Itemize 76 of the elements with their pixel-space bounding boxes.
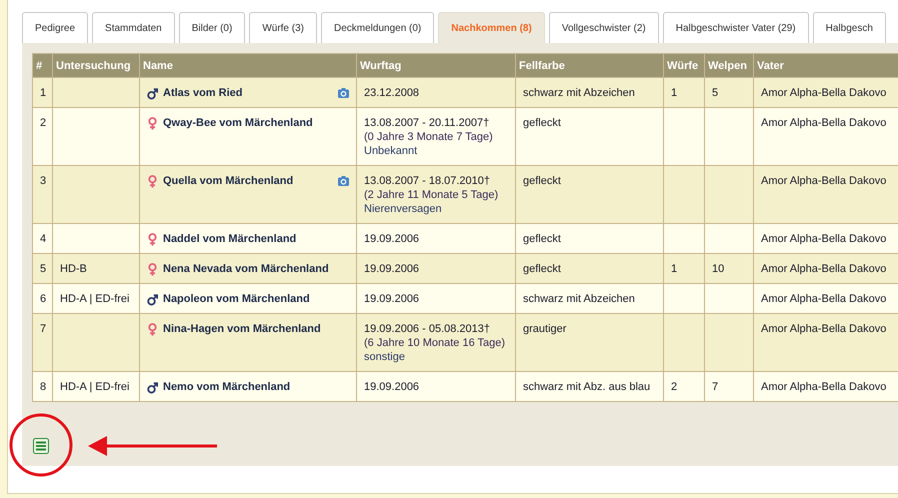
table-cell: grautiger: [516, 314, 664, 372]
camera-icon[interactable]: [338, 88, 349, 98]
camera-icon[interactable]: [338, 176, 349, 186]
table-cell: Amor Alpha-Bella Dakovo: [754, 284, 898, 314]
table-cell: 7: [32, 314, 52, 372]
table-cell: Amor Alpha-Bella Dakovo: [754, 78, 898, 108]
table-cell: HD-A | ED-frei: [52, 372, 140, 402]
table-cell: Amor Alpha-Bella Dakovo: [754, 108, 898, 166]
table-cell: Amor Alpha-Bella Dakovo: [754, 254, 898, 284]
death-cause: sonstige: [364, 350, 406, 364]
age-text: (2 Jahre 11 Monate 5 Tage): [364, 188, 500, 202]
female-symbol-icon: [147, 322, 158, 336]
list-icon[interactable]: [33, 438, 49, 454]
table-cell: schwarz mit Abzeichen: [516, 284, 664, 314]
tab[interactable]: Stammdaten: [92, 12, 175, 43]
table-cell: 2: [32, 108, 52, 166]
birth-date: 19.09.2006: [364, 262, 420, 276]
male-symbol-icon: [147, 86, 158, 100]
tab[interactable]: Halbgeschwister Vater (29): [662, 12, 809, 43]
death-cause: Nierenversagen: [364, 202, 443, 216]
birth-date: 19.09.2006: [364, 232, 420, 246]
column-header: Vater: [754, 54, 898, 78]
age-text: (0 Jahre 3 Monate 7 Tage): [364, 130, 494, 144]
male-symbol-icon: [147, 292, 158, 306]
table-cell: 6: [32, 284, 52, 314]
birth-date: 13.08.2007 - 18.07.2010†: [364, 174, 492, 188]
table-cell: Amor Alpha-Bella Dakovo: [754, 372, 898, 402]
age-text: (6 Jahre 10 Monate 16 Tage): [364, 336, 506, 350]
table-cell: 2: [664, 372, 704, 402]
table-cell: schwarz mit Abzeichen: [516, 78, 664, 108]
table-cell: gefleckt: [516, 108, 664, 166]
table-cell: 5: [704, 78, 754, 108]
table-cell: gefleckt: [516, 254, 664, 284]
female-symbol-icon: [147, 262, 158, 276]
table-cell: Amor Alpha-Bella Dakovo: [754, 166, 898, 224]
birth-date: 19.09.2006 - 05.08.2013†: [364, 322, 492, 336]
column-header: Untersuchung: [52, 54, 140, 78]
table-cell: Amor Alpha-Bella Dakovo: [754, 314, 898, 372]
column-header: Fellfarbe: [516, 54, 664, 78]
table-cell: 8: [32, 372, 52, 402]
table-cell: 1: [664, 254, 704, 284]
female-symbol-icon: [147, 174, 158, 188]
tab[interactable]: Vollgeschwister (2): [548, 12, 659, 43]
birth-date: 19.09.2006: [364, 380, 420, 394]
table-cell: schwarz mit Abz. aus blau: [516, 372, 664, 402]
birth-date: 23.12.2008: [364, 86, 420, 100]
table-cell: 10: [704, 254, 754, 284]
table-cell: HD-A | ED-frei: [52, 284, 140, 314]
table-cell: gefleckt: [516, 224, 664, 254]
table-cell: 4: [32, 224, 52, 254]
table-cell: HD-B: [52, 254, 140, 284]
table-cell: 3: [32, 166, 52, 224]
death-cause: Unbekannt: [364, 144, 418, 158]
male-symbol-icon: [147, 380, 158, 394]
female-symbol-icon: [147, 232, 158, 246]
tab[interactable]: Bilder (0): [178, 12, 246, 43]
birth-date: 19.09.2006: [364, 292, 420, 306]
tab[interactable]: Würfe (3): [249, 12, 317, 43]
table-cell: Amor Alpha-Bella Dakovo: [754, 224, 898, 254]
tab[interactable]: Pedigree: [22, 12, 88, 43]
table-cell: 1: [664, 78, 704, 108]
column-header: Welpen: [704, 54, 754, 78]
birth-date: 13.08.2007 - 20.11.2007†: [364, 116, 490, 130]
table-cell: 1: [32, 78, 52, 108]
tab[interactable]: Deckmeldungen (0): [320, 12, 434, 43]
column-header: Wurftag: [356, 54, 516, 78]
column-header: #: [32, 54, 52, 78]
female-symbol-icon: [147, 116, 158, 130]
table-cell: 5: [32, 254, 52, 284]
tab[interactable]: Halbgesch: [812, 12, 886, 43]
column-header: Würfe: [664, 54, 704, 78]
column-header: Name: [140, 54, 356, 78]
dog-name-link[interactable]: Quella vom Märchenland: [163, 174, 333, 188]
table-cell: 7: [704, 372, 754, 402]
table-cell: gefleckt: [516, 166, 664, 224]
annotation-circle: [10, 414, 72, 476]
